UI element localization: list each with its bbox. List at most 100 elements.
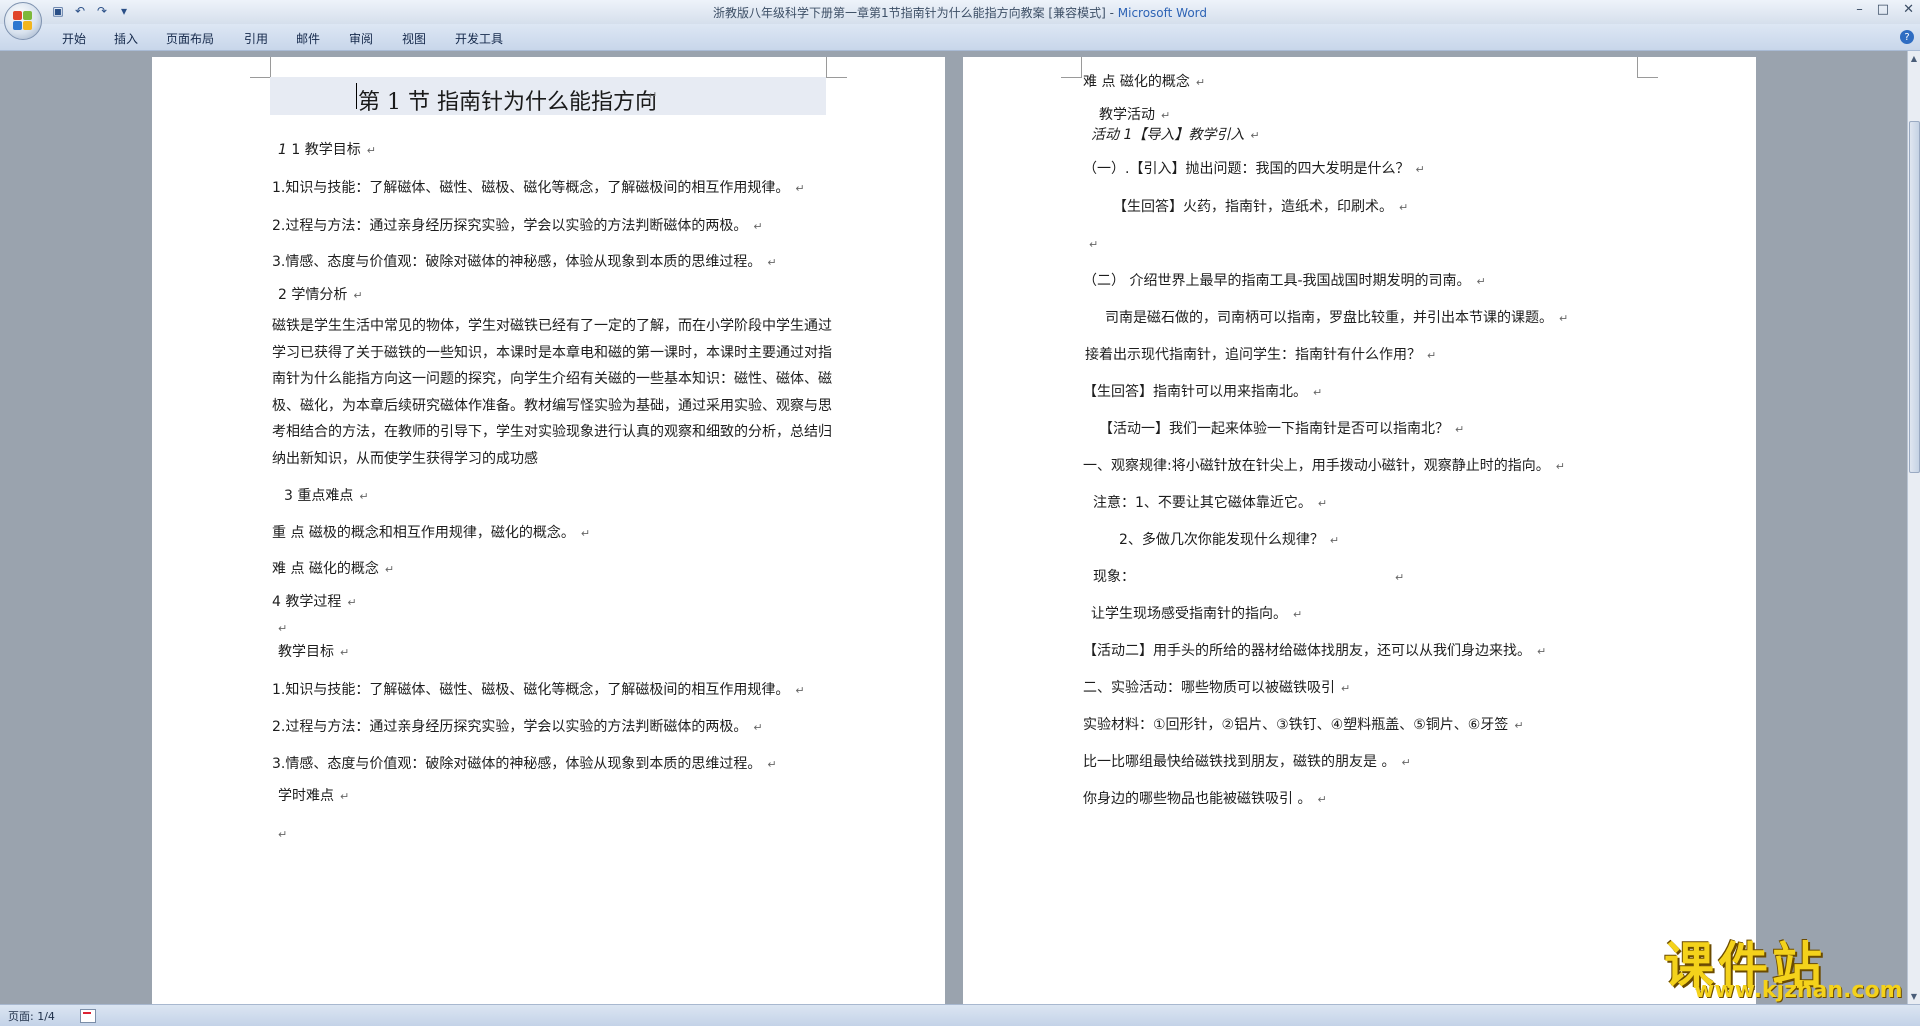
tab-page-layout[interactable]: 页面布局: [166, 30, 214, 47]
tab-references[interactable]: 引用: [244, 30, 268, 47]
doc-line-text: （一）.【引入】抛出问题：我国的四大发明是什么？: [1083, 161, 1410, 177]
margin-corner-mark: [826, 57, 847, 78]
doc-line: 接着出示现代指南针，追问学生：指南针有什么作用？ ↵: [1085, 347, 1437, 363]
doc-line: 1.知识与技能：了解磁体、磁性、磁极、磁化等概念，了解磁极间的相互作用规律。 ↵: [272, 682, 805, 698]
doc-line-text: 你身边的哪些物品也能被磁铁吸引 。: [1083, 791, 1312, 807]
tab-developer[interactable]: 开发工具: [455, 30, 503, 47]
doc-line-text: 难 点 磁化的概念: [1083, 74, 1190, 90]
doc-line: 活动 1【导入】教学引入 ↵: [1091, 127, 1260, 143]
doc-line-text: 教学目标: [278, 644, 334, 660]
margin-corner-mark: [250, 57, 271, 78]
page-title: 第 1 节 指南针为什么能指方向: [358, 90, 657, 115]
doc-line: 教学活动 ↵: [1099, 107, 1171, 123]
doc-line-text: 活动 1【导入】教学引入: [1091, 127, 1245, 143]
ribbon-tabs: 开始 插入 页面布局 引用 邮件 审阅 视图 开发工具 ?: [0, 24, 1920, 51]
doc-line-text: 2、多做几次你能发现什么规律？: [1119, 532, 1324, 548]
margin-corner-mark: [1637, 57, 1658, 78]
tab-insert[interactable]: 插入: [114, 30, 138, 47]
doc-line: 【活动二】用手头的所给的器材给磁体找朋友，还可以从我们身边来找。 ↵: [1083, 643, 1547, 659]
doc-line: 教学目标 ↵: [278, 644, 350, 660]
tab-home[interactable]: 开始: [62, 30, 86, 47]
maximize-button[interactable]: □: [1877, 2, 1889, 17]
office-button[interactable]: [4, 2, 42, 40]
title-bar: ▣ ↶ ↷ ▾ 浙教版八年级科学下册第一章第1节指南针为什么能指方向教案 [兼容…: [0, 0, 1920, 25]
document-page-2[interactable]: 难 点 磁化的概念 ↵ 教学活动 ↵ 活动 1【导入】教学引入 ↵ （一）.【引入】抛…: [963, 57, 1756, 1004]
scroll-up-arrow-icon[interactable]: ▲: [1909, 53, 1919, 65]
doc-line-text: 2 学情分析: [278, 287, 348, 303]
doc-line-text: 二、实验活动：哪些物质可以被磁铁吸引: [1083, 680, 1335, 696]
scrollbar-thumb[interactable]: [1909, 121, 1920, 473]
doc-line: 你身边的哪些物品也能被磁铁吸引 。 ↵: [1083, 791, 1327, 807]
watermark-logo: 课件站 www.kjzhan.com: [1664, 926, 1903, 1003]
doc-line: ↵: [1089, 238, 1099, 251]
proofing-status-icon[interactable]: [80, 1009, 96, 1023]
doc-line-text: 1.知识与技能：了解磁体、磁性、磁极、磁化等概念，了解磁极间的相互作用规律。: [272, 180, 790, 196]
doc-line: 让学生现场感受指南针的指向。 ↵: [1091, 606, 1303, 622]
doc-line: 2 学情分析 ↵: [278, 287, 363, 303]
doc-line: 【生回答】火药，指南针，造纸术，印刷术。 ↵: [1113, 199, 1409, 215]
window-title: 浙教版八年级科学下册第一章第1节指南针为什么能指方向教案 [兼容模式] - Mi…: [0, 4, 1920, 21]
doc-line-text: 司南是磁石做的，司南柄可以指南，罗盘比较重，并引出本节课的课题。: [1105, 310, 1553, 326]
doc-line-text: 现象：: [1093, 569, 1135, 585]
window-title-app: Microsoft Word: [1117, 6, 1208, 20]
doc-line: 重 点 磁极的概念和相互作用规律，磁化的概念。 ↵: [272, 525, 591, 541]
doc-line: 司南是磁石做的，司南柄可以指南，罗盘比较重，并引出本节课的课题。 ↵: [1105, 310, 1569, 326]
close-button[interactable]: ✕: [1903, 2, 1914, 17]
window-controls: – □ ✕: [1856, 2, 1914, 17]
doc-line-text: （二） 介绍世界上最早的指南工具-我国战国时期发明的司南。: [1083, 273, 1471, 289]
heading-title-block: 第 1 节 指南针为什么能指方向 ↵: [270, 77, 826, 115]
document-page-1[interactable]: 第 1 节 指南针为什么能指方向 ↵ 1 1 教学目标 ↵ 1.知识与技能：了解磁…: [152, 57, 945, 1004]
doc-line: 1 1 教学目标 ↵: [278, 142, 376, 158]
text-cursor: [356, 83, 357, 109]
tab-view[interactable]: 视图: [402, 30, 426, 47]
doc-line: 【活动一】我们一起来体验一下指南针是否可以指南北？ ↵: [1099, 421, 1465, 437]
doc-line-text: 注意：1、不要让其它磁体靠近它。: [1093, 495, 1312, 511]
doc-line-text: 2.过程与方法：通过亲身经历探究实验，学会以实验的方法判断磁体的两极。: [272, 719, 748, 735]
doc-line-text: 实验材料：①回形针，②铝片、③铁钉、④塑料瓶盖、⑤铜片、⑥牙签: [1083, 717, 1509, 733]
doc-line-text: 2.过程与方法：通过亲身经历探究实验，学会以实验的方法判断磁体的两极。: [272, 218, 748, 234]
doc-line-text: 【生回答】火药，指南针，造纸术，印刷术。: [1113, 199, 1393, 215]
doc-line-text: 比一比哪组最快给磁铁找到朋友，磁铁的朋友是 。: [1083, 754, 1396, 770]
doc-line: 难 点 磁化的概念 ↵: [272, 561, 395, 577]
doc-line: 比一比哪组最快给磁铁找到朋友，磁铁的朋友是 。 ↵: [1083, 754, 1411, 770]
help-icon[interactable]: ?: [1900, 30, 1914, 44]
doc-line-text: 1 教学目标: [291, 142, 361, 158]
doc-line: 实验材料：①回形针，②铝片、③铁钉、④塑料瓶盖、⑤铜片、⑥牙签 ↵: [1083, 717, 1524, 733]
doc-line-text: 重 点 磁极的概念和相互作用规律，磁化的概念。: [272, 525, 575, 541]
doc-line: 现象： ↵: [1093, 569, 1405, 585]
page-count-status[interactable]: 页面: 1/4: [8, 1008, 55, 1024]
doc-line: ↵: [278, 622, 288, 635]
doc-line: 【生回答】指南针可以用来指南北。 ↵: [1083, 384, 1323, 400]
doc-line: 注意：1、不要让其它磁体靠近它。 ↵: [1093, 495, 1328, 511]
tab-review[interactable]: 审阅: [349, 30, 373, 47]
vertical-scrollbar[interactable]: ▲ ▼: [1907, 51, 1920, 1004]
paragraph-mark: ↵: [648, 89, 658, 102]
margin-corner-mark: [1061, 57, 1082, 78]
doc-line: 3.情感、态度与价值观：破除对磁体的神秘感，体验从现象到本质的思维过程。 ↵: [272, 756, 777, 772]
doc-line-text: 【生回答】指南针可以用来指南北。: [1083, 384, 1307, 400]
doc-line: （一）.【引入】抛出问题：我国的四大发明是什么？ ↵: [1083, 161, 1425, 177]
doc-line-text: 【活动一】我们一起来体验一下指南针是否可以指南北？: [1099, 421, 1449, 437]
tab-mailings[interactable]: 邮件: [296, 30, 320, 47]
doc-line-text: 学时难点: [278, 788, 334, 804]
doc-line: 难 点 磁化的概念 ↵: [1083, 74, 1206, 90]
doc-line: 2.过程与方法：通过亲身经历探究实验，学会以实验的方法判断磁体的两极。 ↵: [272, 218, 763, 234]
doc-line-text: 教学活动: [1099, 107, 1155, 123]
document-workspace: 第 1 节 指南针为什么能指方向 ↵ 1 1 教学目标 ↵ 1.知识与技能：了解磁…: [0, 51, 1908, 1004]
doc-line: 二、实验活动：哪些物质可以被磁铁吸引 ↵: [1083, 680, 1351, 696]
doc-line-text: 让学生现场感受指南针的指向。: [1091, 606, 1287, 622]
doc-line: （二） 介绍世界上最早的指南工具-我国战国时期发明的司南。 ↵: [1083, 273, 1486, 289]
doc-line: 学时难点 ↵: [278, 788, 350, 804]
office-logo-icon: [13, 11, 33, 31]
doc-line-text: 难 点 磁化的概念: [272, 561, 379, 577]
scroll-down-arrow-icon[interactable]: ▼: [1909, 991, 1919, 1003]
doc-line-text: 4 教学过程: [272, 594, 342, 610]
doc-line: 3.情感、态度与价值观：破除对磁体的神秘感，体验从现象到本质的思维过程。 ↵: [272, 254, 777, 270]
status-bar: 页面: 1/4: [0, 1004, 1920, 1026]
minimize-button[interactable]: –: [1856, 2, 1863, 17]
doc-line: 4 教学过程 ↵: [272, 594, 357, 610]
doc-line-text: 3.情感、态度与价值观：破除对磁体的神秘感，体验从现象到本质的思维过程。: [272, 756, 762, 772]
doc-line-text: 【活动二】用手头的所给的器材给磁体找朋友，还可以从我们身边来找。: [1083, 643, 1531, 659]
doc-line-text: 一、观察规律:将小磁针放在针尖上，用手拨动小磁针，观察静止时的指向。: [1083, 458, 1550, 474]
doc-line-text: 1.知识与技能：了解磁体、磁性、磁极、磁化等概念，了解磁极间的相互作用规律。: [272, 682, 790, 698]
